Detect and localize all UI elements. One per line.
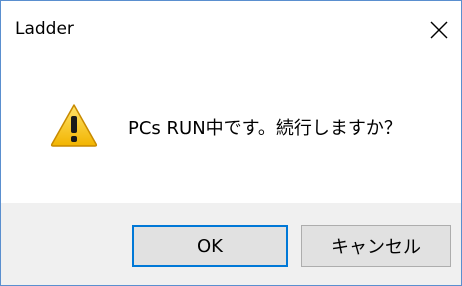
button-bar: OK キャンセル [1,203,461,285]
close-button[interactable] [419,13,459,45]
ok-button[interactable]: OK [132,225,288,267]
title-bar: Ladder [1,1,461,45]
cancel-button[interactable]: キャンセル [301,225,451,267]
message-dialog: Ladder PCs RUN中です。続行しますか？ OK キャンセル [0,0,462,286]
dialog-body: PCs RUN中です。続行しますか？ [1,45,461,203]
dialog-message: PCs RUN中です。続行しますか？ [128,118,402,139]
close-icon [430,21,448,39]
warning-icon [50,103,98,147]
window-title: Ladder [15,19,74,39]
